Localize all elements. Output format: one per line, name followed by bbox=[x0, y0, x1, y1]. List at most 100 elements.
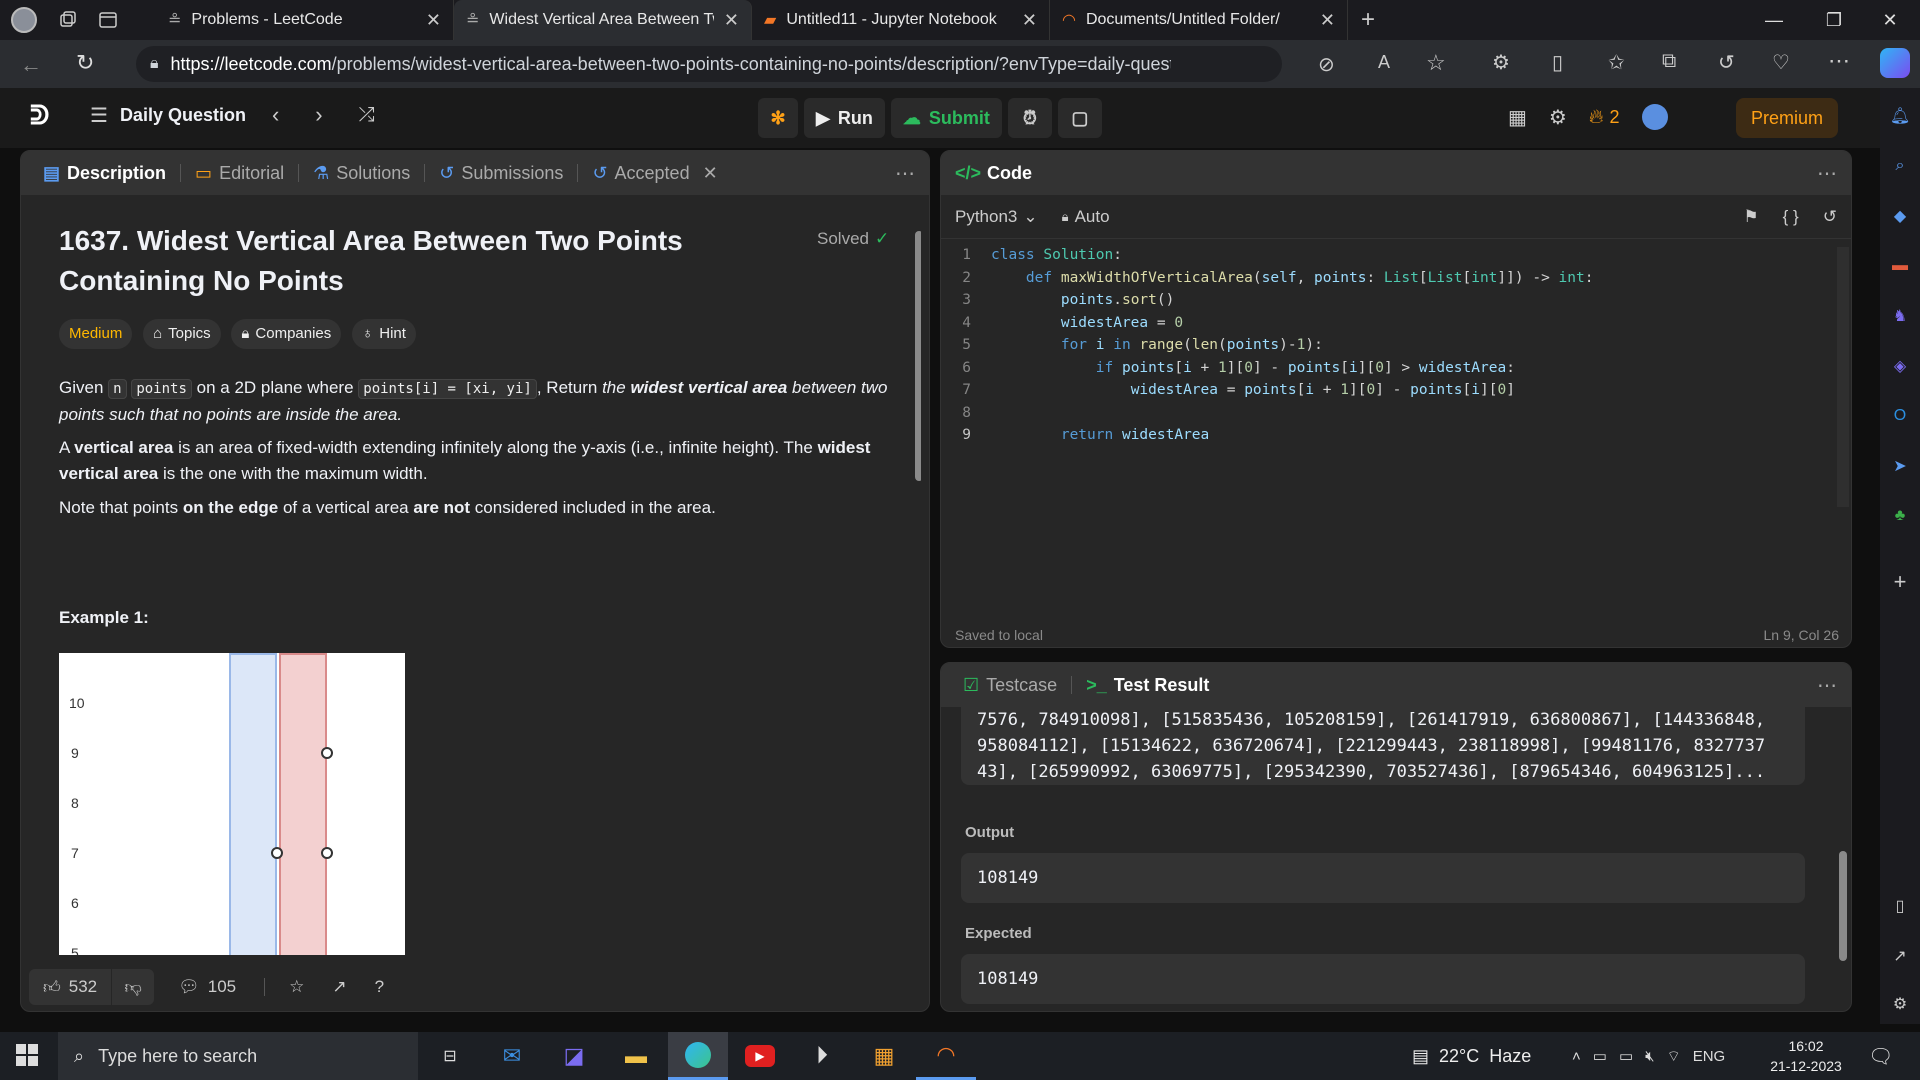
tab-submissions[interactable]: ↺ Submissions bbox=[431, 151, 571, 195]
close-tab-icon[interactable]: ✕ bbox=[1022, 10, 1037, 31]
format-braces-icon[interactable]: { } bbox=[1783, 207, 1799, 227]
tray-chevron-icon[interactable]: ˄ bbox=[1572, 1048, 1581, 1065]
file-explorer-icon[interactable]: ▬ bbox=[606, 1032, 666, 1080]
mail-icon[interactable]: ✉ bbox=[482, 1032, 542, 1080]
close-tab-icon[interactable]: ✕ bbox=[426, 10, 441, 31]
leetcode-logo-icon[interactable]: ᕲ bbox=[30, 100, 49, 132]
store-icon[interactable]: ▦ bbox=[854, 1032, 914, 1080]
premium-button[interactable]: Premium bbox=[1736, 98, 1838, 138]
task-view-icon[interactable]: ⊟ bbox=[420, 1032, 480, 1080]
back-icon[interactable]: ← bbox=[20, 52, 42, 78]
new-tab-icon[interactable]: + bbox=[1348, 0, 1388, 40]
clock[interactable]: 16:02 21-12-2023 bbox=[1756, 1036, 1856, 1076]
tab-actions-icon[interactable] bbox=[88, 0, 128, 40]
close-tab-icon[interactable]: ✕ bbox=[724, 10, 739, 31]
add-icon[interactable]: + bbox=[1888, 569, 1912, 594]
windows-start-icon[interactable] bbox=[16, 1044, 38, 1066]
tab-description[interactable]: ▤ Description bbox=[35, 151, 174, 195]
browser-tab-jupyter[interactable]: ▰ Untitled11 - Jupyter Notebook ✕ bbox=[752, 0, 1050, 40]
close-tab-icon[interactable]: ✕ bbox=[703, 163, 718, 184]
description-scrollbar[interactable] bbox=[915, 231, 921, 481]
profile-avatar-icon[interactable] bbox=[0, 0, 48, 40]
browser-tab-problems[interactable]: ≗ Problems - LeetCode ✕ bbox=[156, 0, 454, 40]
browser-tab-widest-vertical[interactable]: ≗ Widest Vertical Area Between Tw ✕ bbox=[454, 0, 752, 40]
comments-button[interactable]: 💬︎ 105 bbox=[178, 977, 236, 997]
hint-chip[interactable]: ♁ Hint bbox=[352, 319, 416, 349]
sidebar-toggle-icon[interactable]: ▯ bbox=[1888, 894, 1912, 918]
panel-more-icon[interactable]: ⋯ bbox=[1817, 161, 1837, 186]
next-problem-icon[interactable]: › bbox=[315, 102, 322, 128]
settings-gear-icon[interactable]: ⚙ bbox=[1549, 105, 1567, 130]
code-editor[interactable]: 1 class Solution: 2 def maxWidthOfVertica… bbox=[941, 247, 1841, 607]
prev-problem-icon[interactable]: ‹ bbox=[272, 102, 279, 128]
taskbar-search-box[interactable]: ⌕ Type here to search bbox=[58, 1032, 418, 1080]
topics-chip[interactable]: ⌂ Topics bbox=[143, 319, 221, 349]
star-icon[interactable]: ☆ bbox=[289, 977, 304, 997]
history-icon[interactable]: ↺ bbox=[1718, 50, 1735, 75]
debug-button[interactable]: ✻ bbox=[758, 98, 798, 138]
restore-icon[interactable]: ❐ bbox=[1806, 0, 1862, 40]
extensions-icon[interactable]: ⚙ bbox=[1492, 50, 1510, 75]
copilot-icon[interactable] bbox=[1880, 48, 1910, 78]
favorite-icon[interactable]: ☆ bbox=[1426, 50, 1446, 76]
dislike-button[interactable]: 👎︎ bbox=[112, 969, 155, 1005]
more-options-icon[interactable]: ⋯ bbox=[1828, 48, 1850, 74]
copilot-app-icon[interactable]: ◈ bbox=[1888, 354, 1912, 378]
weather-widget[interactable]: ▤ 22°C Haze bbox=[1412, 1032, 1531, 1080]
notifications-bell-icon[interactable]: 🔔︎ bbox=[1888, 104, 1912, 128]
tab-testcase[interactable]: ☑ Testcase bbox=[955, 663, 1065, 707]
share-icon[interactable]: ↗ bbox=[332, 977, 346, 997]
tree-icon[interactable]: ♣ bbox=[1888, 504, 1912, 528]
run-button[interactable]: ▶ Run bbox=[804, 98, 885, 138]
workspaces-icon[interactable] bbox=[48, 0, 88, 40]
panel-more-icon[interactable]: ⋯ bbox=[895, 161, 915, 186]
close-tab-icon[interactable]: ✕ bbox=[1320, 10, 1335, 31]
volume-muted-icon[interactable]: 🔇︎ bbox=[1645, 1048, 1654, 1065]
games-icon[interactable]: ♞ bbox=[1888, 304, 1912, 328]
companies-chip[interactable]: 🔒︎ Companies bbox=[231, 319, 342, 349]
user-avatar[interactable] bbox=[1641, 104, 1668, 130]
split-screen-icon[interactable]: ▯ bbox=[1552, 50, 1563, 75]
bookmark-icon[interactable]: ⚑ bbox=[1743, 207, 1758, 227]
editor-scrollbar[interactable] bbox=[1837, 247, 1849, 507]
tab-accepted[interactable]: ↺ Accepted ✕ bbox=[584, 151, 725, 195]
language-indicator[interactable]: ENG bbox=[1693, 1048, 1726, 1065]
close-window-icon[interactable]: ✕ bbox=[1862, 0, 1918, 40]
url-field[interactable]: 🔒︎ https://leetcode.com/problems/widest-… bbox=[136, 46, 1282, 82]
like-button[interactable]: 👍︎ 532 bbox=[29, 969, 112, 1005]
battery-icon[interactable]: ▭ bbox=[1619, 1047, 1633, 1065]
timer-button[interactable]: ⏰︎ bbox=[1007, 98, 1052, 138]
minimize-icon[interactable]: — bbox=[1746, 0, 1802, 40]
tracking-prevention-icon[interactable]: ⊘ bbox=[1318, 52, 1335, 77]
tab-test-result[interactable]: >_ Test Result bbox=[1078, 663, 1217, 707]
favorites-bar-icon[interactable]: ✩ bbox=[1608, 50, 1625, 75]
send-icon[interactable]: ➤ bbox=[1888, 454, 1912, 478]
wifi-icon[interactable]: ⌔ bbox=[1667, 1047, 1681, 1066]
external-link-icon[interactable]: ↗ bbox=[1888, 944, 1912, 968]
layout-grid-icon[interactable]: ▦ bbox=[1508, 105, 1527, 130]
auto-mode-toggle[interactable]: 🔒︎ Auto bbox=[1062, 207, 1110, 227]
toolbox-icon[interactable]: ▬ bbox=[1888, 254, 1912, 278]
sidebar-settings-icon[interactable]: ⚙ bbox=[1888, 992, 1912, 1016]
read-aloud-icon[interactable]: A bbox=[1378, 52, 1390, 73]
vscode-icon[interactable]: ◪ bbox=[544, 1032, 604, 1080]
browser-tab-documents[interactable]: ◠ Documents/Untitled Folder/ ✕ bbox=[1050, 0, 1348, 40]
search-icon[interactable]: ⌕ bbox=[1888, 154, 1912, 178]
media-player-icon[interactable]: ⏵ bbox=[792, 1032, 852, 1080]
result-scrollbar[interactable] bbox=[1839, 851, 1847, 961]
performance-icon[interactable]: ♡ bbox=[1772, 50, 1790, 75]
refresh-icon[interactable]: ↻ bbox=[76, 50, 94, 76]
language-select[interactable]: Python3 ⌄ bbox=[955, 207, 1038, 227]
shopping-tag-icon[interactable]: ◆ bbox=[1888, 204, 1912, 228]
tab-solutions[interactable]: ⚗ Solutions bbox=[305, 151, 418, 195]
problem-list-icon[interactable]: ☰ bbox=[90, 103, 108, 128]
streak-counter[interactable]: 🔥︎ 2 bbox=[1589, 106, 1620, 129]
jupyter-icon[interactable]: ◠ bbox=[916, 1032, 976, 1080]
network-icon[interactable]: ▭ bbox=[1593, 1047, 1607, 1065]
edge-icon[interactable] bbox=[668, 1032, 728, 1080]
notes-button[interactable]: ▢ bbox=[1057, 98, 1102, 138]
collections-icon[interactable]: ⧉ bbox=[1662, 50, 1676, 73]
reset-icon[interactable]: ↺ bbox=[1823, 207, 1837, 227]
daily-question-link[interactable]: Daily Question bbox=[120, 105, 246, 126]
outlook-icon[interactable]: O bbox=[1888, 404, 1912, 428]
